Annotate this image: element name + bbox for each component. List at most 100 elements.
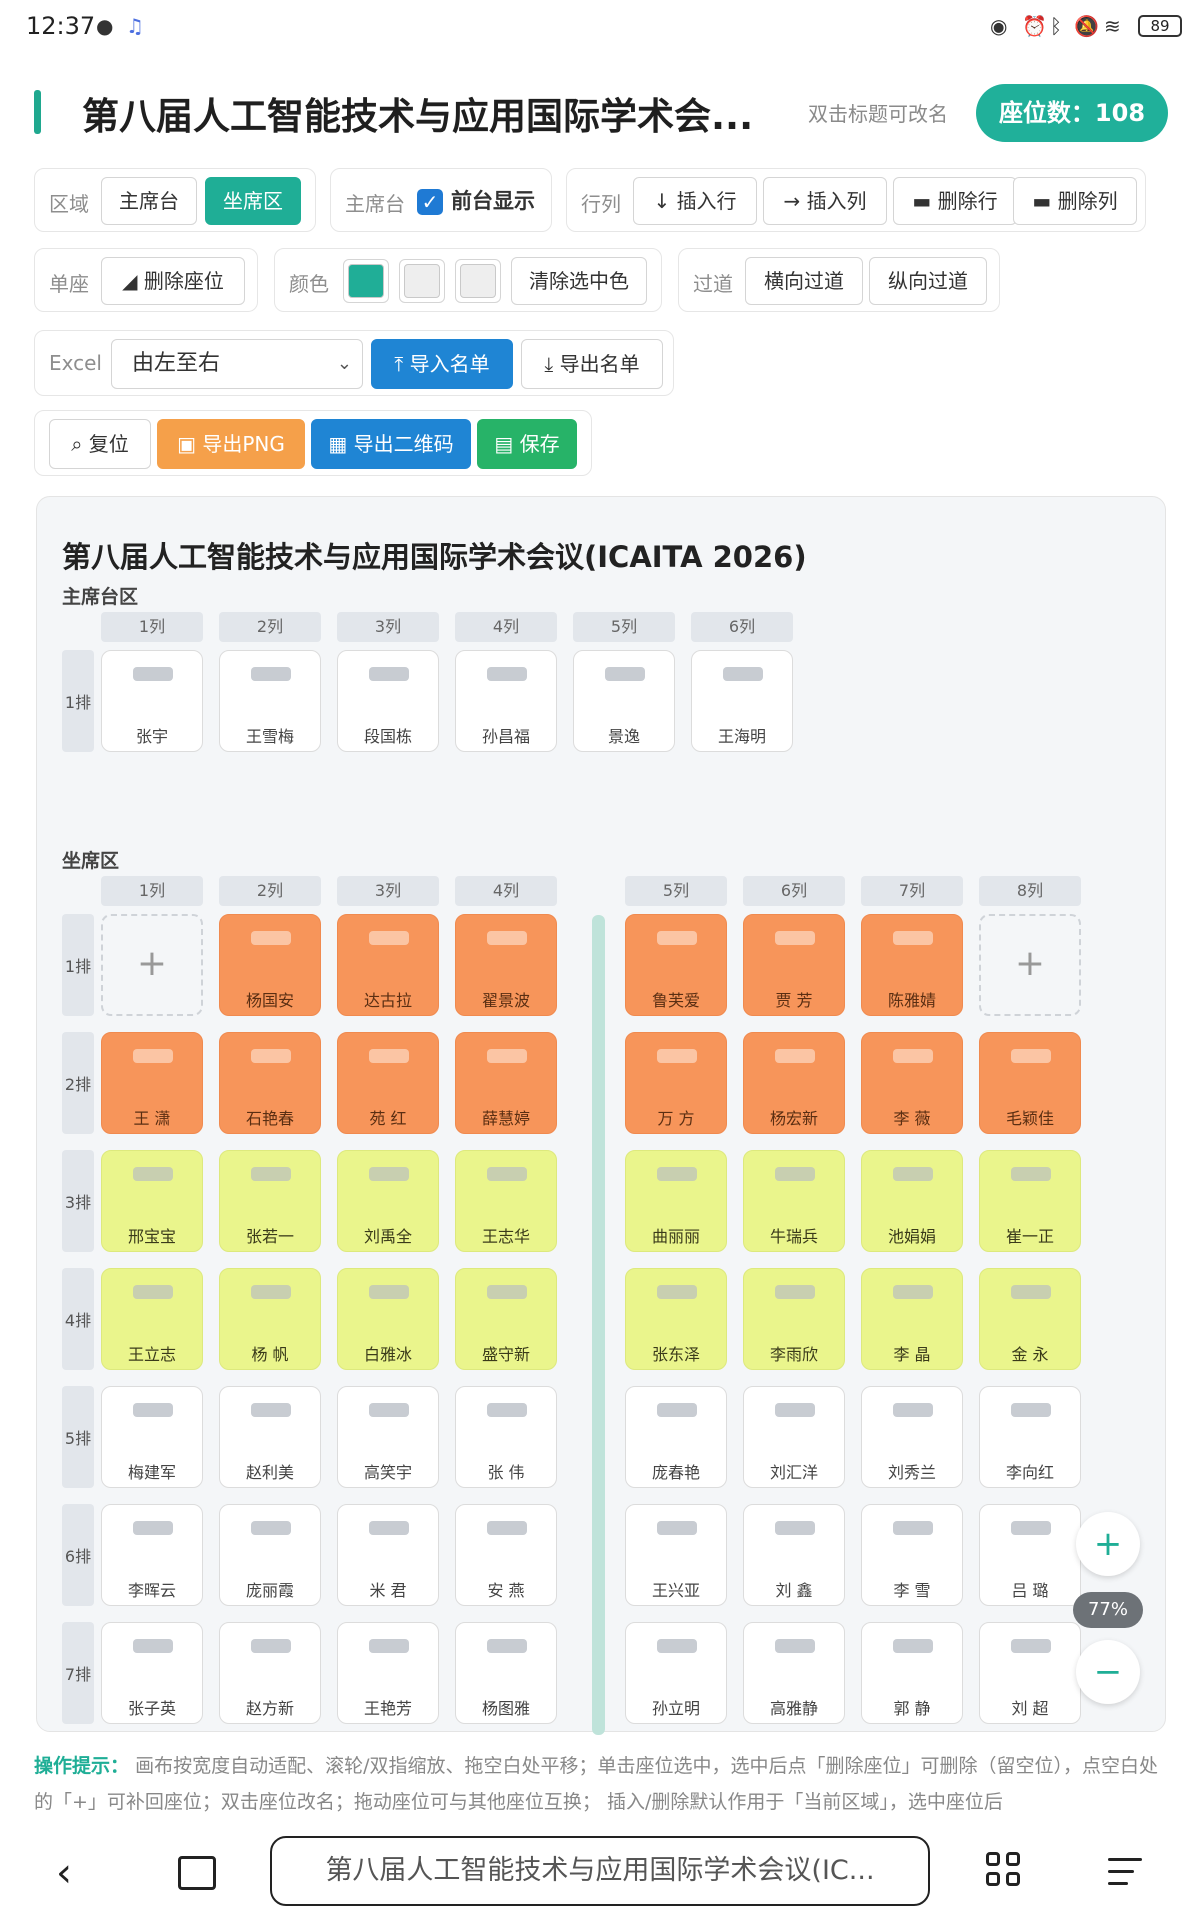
address-bar[interactable]: 第八届人工智能技术与应用国际学术会议(IC... <box>270 1836 930 1906</box>
seat[interactable]: 张子英 <box>101 1622 203 1724</box>
seat[interactable]: 米 君 <box>337 1504 439 1606</box>
seat[interactable]: 王海明 <box>691 650 793 752</box>
front-display-checkbox[interactable]: ✓ <box>417 189 443 215</box>
seat-tag <box>605 667 645 681</box>
seat[interactable]: 达古拉 <box>337 914 439 1016</box>
seat[interactable]: 庞丽霞 <box>219 1504 321 1606</box>
seat[interactable]: 刘汇洋 <box>743 1386 845 1488</box>
direction-select[interactable]: 由左至右 ⌄ <box>111 339 363 389</box>
seat[interactable]: 王立志 <box>101 1268 203 1370</box>
seat[interactable]: 杨 帆 <box>219 1268 321 1370</box>
seat[interactable]: 崔一正 <box>979 1150 1081 1252</box>
seat[interactable]: 刘 鑫 <box>743 1504 845 1606</box>
seat[interactable]: 李雨欣 <box>743 1268 845 1370</box>
seat[interactable]: 孙昌福 <box>455 650 557 752</box>
color-swatch-light-1[interactable] <box>399 259 445 303</box>
clear-color-button[interactable]: 清除选中色 <box>511 257 647 305</box>
seat[interactable]: 吕 璐 <box>979 1504 1081 1606</box>
seat[interactable]: 张宇 <box>101 650 203 752</box>
delete-seat-button[interactable]: ◢ 删除座位 <box>101 257 245 305</box>
seat[interactable]: 杨宏新 <box>743 1032 845 1134</box>
seat[interactable]: 梅建军 <box>101 1386 203 1488</box>
seat[interactable]: 薛慧婷 <box>455 1032 557 1134</box>
seat[interactable]: 李向红 <box>979 1386 1081 1488</box>
seat[interactable]: 李 雪 <box>861 1504 963 1606</box>
seat[interactable]: 毛颖佳 <box>979 1032 1081 1134</box>
seat[interactable]: 张若一 <box>219 1150 321 1252</box>
page-title[interactable]: 第八届人工智能技术与应用国际学术会... <box>82 86 753 140</box>
seat[interactable]: 景逸 <box>573 650 675 752</box>
vertical-aisle-button[interactable]: 纵向过道 <box>869 257 987 305</box>
seat[interactable]: 刘 超 <box>979 1622 1081 1724</box>
zoom-in-button[interactable]: + <box>1076 1512 1140 1576</box>
apps-grid-icon[interactable] <box>986 1852 1022 1888</box>
export-png-button[interactable]: ▣ 导出PNG <box>157 419 305 469</box>
seat-tag <box>251 667 291 681</box>
seat[interactable]: 王 潇 <box>101 1032 203 1134</box>
color-swatch-teal[interactable] <box>343 259 389 303</box>
seat[interactable]: 王兴亚 <box>625 1504 727 1606</box>
seat-name: 苑 红 <box>369 1109 407 1128</box>
add-seat-icon[interactable]: + <box>981 944 1079 984</box>
seat[interactable]: 刘秀兰 <box>861 1386 963 1488</box>
seat[interactable]: 李 晶 <box>861 1268 963 1370</box>
horizontal-aisle-button[interactable]: 横向过道 <box>745 257 863 305</box>
insert-row-button[interactable]: ↓ 插入行 <box>633 177 757 225</box>
seat[interactable]: 孙立明 <box>625 1622 727 1724</box>
canvas-title[interactable]: 第八届人工智能技术与应用国际学术会议(ICAITA 2026) <box>62 534 807 576</box>
delete-row-button[interactable]: ▬ 删除行 <box>893 177 1017 225</box>
seat[interactable]: 万 方 <box>625 1032 727 1134</box>
seat[interactable]: 赵利美 <box>219 1386 321 1488</box>
seat[interactable]: 翟景波 <box>455 914 557 1016</box>
seat[interactable]: 牛瑞兵 <box>743 1150 845 1252</box>
save-button[interactable]: ▤ 保存 <box>477 419 577 469</box>
seat-tag <box>133 667 173 681</box>
seat[interactable]: 杨图雅 <box>455 1622 557 1724</box>
color-swatch-light-2[interactable] <box>455 259 501 303</box>
export-list-button[interactable]: ⤓ 导出名单 <box>521 339 663 389</box>
seat[interactable]: 安 燕 <box>455 1504 557 1606</box>
seat[interactable]: 鲁芙爱 <box>625 914 727 1016</box>
seat[interactable]: 刘禹全 <box>337 1150 439 1252</box>
alarm-icon: ⏰ <box>1022 14 1047 38</box>
seat[interactable]: 张东泽 <box>625 1268 727 1370</box>
export-qr-button[interactable]: ▦ 导出二维码 <box>311 419 471 469</box>
seat[interactable]: 段国栋 <box>337 650 439 752</box>
seat[interactable]: 曲丽丽 <box>625 1150 727 1252</box>
seat[interactable]: 贾 芳 <box>743 914 845 1016</box>
seat[interactable]: 池娟娟 <box>861 1150 963 1252</box>
zoom-out-button[interactable]: − <box>1076 1640 1140 1704</box>
back-icon[interactable]: ‹ <box>56 1850 72 1896</box>
seat[interactable]: 王艳芳 <box>337 1622 439 1724</box>
seat[interactable]: 杨国安 <box>219 914 321 1016</box>
seat[interactable]: 邢宝宝 <box>101 1150 203 1252</box>
seat[interactable]: 李 薇 <box>861 1032 963 1134</box>
empty-seat-slot[interactable]: + <box>101 914 203 1016</box>
seat[interactable]: 李晖云 <box>101 1504 203 1606</box>
area-stage-button[interactable]: 主席台 <box>101 177 197 225</box>
seat[interactable]: 赵方新 <box>219 1622 321 1724</box>
seat[interactable]: 庞春艳 <box>625 1386 727 1488</box>
seat[interactable]: 王志华 <box>455 1150 557 1252</box>
seat[interactable]: 郭 静 <box>861 1622 963 1724</box>
empty-seat-slot[interactable]: + <box>979 914 1081 1016</box>
seat[interactable]: 陈雅婧 <box>861 914 963 1016</box>
import-list-button[interactable]: ⤒ 导入名单 <box>371 339 513 389</box>
tabs-icon[interactable] <box>178 1856 216 1890</box>
seat[interactable]: 王雪梅 <box>219 650 321 752</box>
insert-col-button[interactable]: → 插入列 <box>763 177 887 225</box>
seat[interactable]: 高雅静 <box>743 1622 845 1724</box>
delete-col-button[interactable]: ▬ 删除列 <box>1013 177 1137 225</box>
area-seating-button[interactable]: 坐席区 <box>205 177 301 225</box>
seat[interactable]: 盛守新 <box>455 1268 557 1370</box>
seat[interactable]: 苑 红 <box>337 1032 439 1134</box>
reset-button[interactable]: ⌕ 复位 <box>49 419 151 469</box>
seat[interactable]: 张 伟 <box>455 1386 557 1488</box>
seat[interactable]: 高笑宇 <box>337 1386 439 1488</box>
add-seat-icon[interactable]: + <box>103 944 201 984</box>
menu-icon[interactable] <box>1108 1858 1142 1886</box>
insert-row-label: 插入行 <box>676 189 737 213</box>
seat[interactable]: 石艳春 <box>219 1032 321 1134</box>
seat[interactable]: 金 永 <box>979 1268 1081 1370</box>
seat[interactable]: 白雅冰 <box>337 1268 439 1370</box>
